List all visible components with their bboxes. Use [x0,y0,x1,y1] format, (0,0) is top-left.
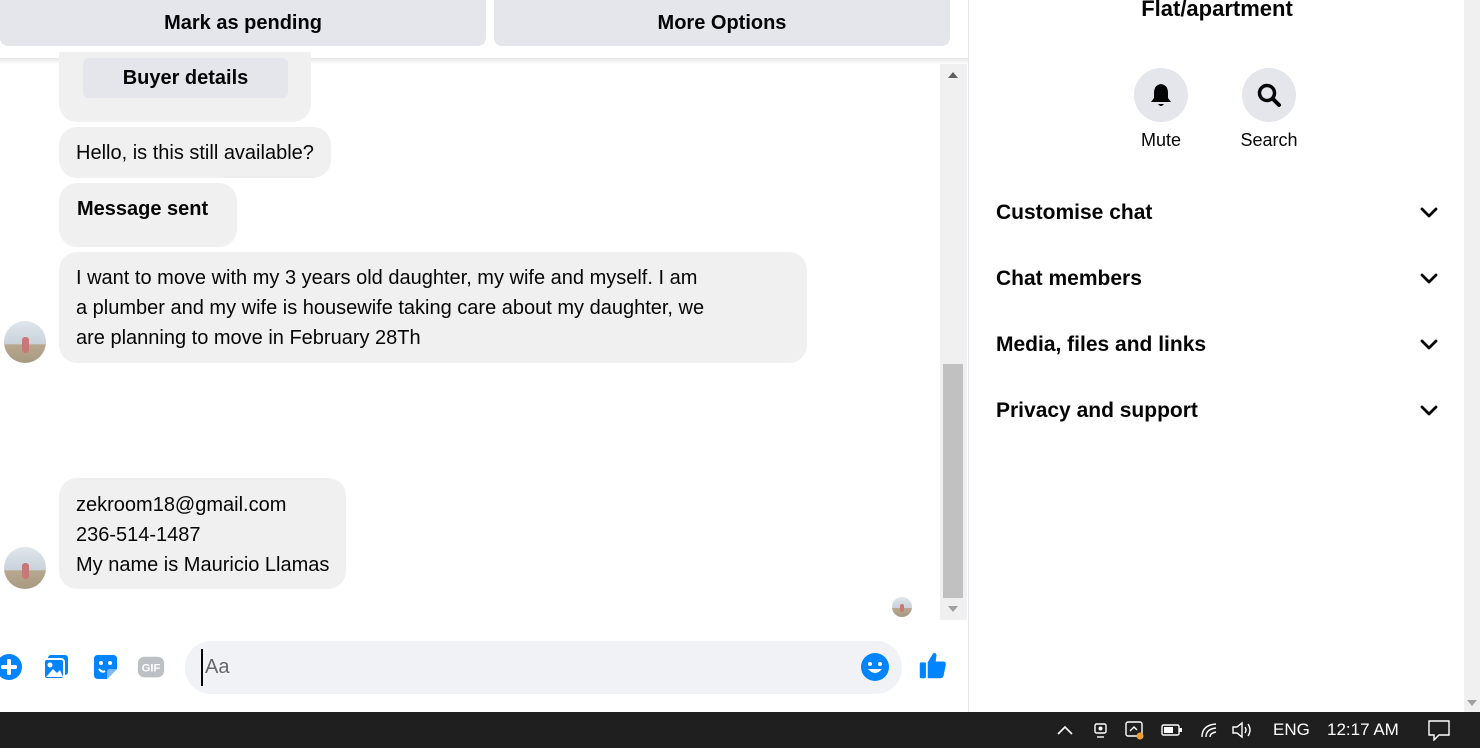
emoji-icon[interactable] [860,652,890,682]
more-options-label: More Options [657,11,787,34]
action-center-icon[interactable] [1427,712,1451,748]
mark-as-pending-button[interactable]: Mark as pending [0,0,486,46]
buyer-details-label: Buyer details [122,67,249,89]
chevron-down-icon [1420,207,1438,218]
search-button[interactable] [1242,68,1296,122]
message-line: are planning to move in February 28Th [76,327,421,349]
chevron-down-icon [1420,273,1438,284]
chat-info-panel: Flat/apartment Mute Search Customise cha… [968,0,1464,712]
scroll-up-arrow-icon[interactable] [948,72,958,78]
message-line: a plumber and my wife is housewife takin… [76,297,705,319]
section-label: Customise chat [996,201,1153,224]
chat-scroll-thumb[interactable] [943,364,963,598]
message-input[interactable] [201,649,851,686]
message-bubble-moving-details: I want to move with my 3 years old daugh… [59,252,807,363]
message-line: 236-514-1487 [76,524,201,546]
listing-card: Buyer details [59,52,311,122]
search-icon [1257,83,1281,107]
message-line: zekroom18@gmail.com [76,494,287,516]
notification-app-icon[interactable] [1124,712,1146,748]
sticker-icon[interactable] [90,652,120,682]
message-text: Message sent [77,198,209,220]
show-hidden-icons-chevron-icon[interactable] [1056,712,1074,748]
page-scrollbar[interactable] [1464,0,1480,712]
chevron-down-icon [1420,339,1438,350]
battery-icon[interactable] [1160,712,1184,748]
section-label: Media, files and links [996,333,1207,356]
scroll-down-arrow-icon[interactable] [948,606,958,612]
section-privacy-support[interactable]: Privacy and support [996,391,1438,431]
message-bubble-sent-status: Message sent [59,183,237,247]
sender-avatar[interactable] [4,321,46,363]
chevron-down-icon [1420,405,1438,416]
chat-scrollbar[interactable] [940,64,967,620]
section-customise-chat[interactable]: Customise chat [996,193,1438,233]
language-indicator[interactable]: ENG [1273,712,1310,748]
buyer-details-button[interactable]: Buyer details [83,58,288,98]
mark-as-pending-label: Mark as pending [164,11,322,34]
message-line: I want to move with my 3 years old daugh… [76,267,698,289]
message-text: Hello, is this still available? [76,141,314,164]
section-label: Privacy and support [996,399,1198,422]
conversation-title: Flat/apartment [1141,0,1293,21]
section-label: Chat members [996,267,1142,290]
meet-now-icon[interactable] [1092,712,1110,748]
message-bubble-availability: Hello, is this still available? [59,127,331,178]
bell-icon [1151,84,1171,106]
clock[interactable]: 12:17 AM [1327,712,1399,748]
taskbar: ENG 12:17 AM [0,712,1480,748]
more-options-button[interactable]: More Options [494,0,950,46]
message-input-container[interactable] [185,641,902,694]
scroll-down-arrow-icon[interactable] [1467,700,1477,706]
mute-button[interactable] [1134,68,1188,122]
sender-avatar[interactable] [4,547,46,589]
mute-label: Mute [1140,130,1182,150]
wifi-icon[interactable] [1200,712,1220,748]
section-media-files-links[interactable]: Media, files and links [996,325,1438,365]
seen-indicator-avatar [892,597,912,617]
volume-icon[interactable] [1230,712,1254,748]
message-line: My name is Mauricio Llamas [76,554,330,576]
section-chat-members[interactable]: Chat members [996,259,1438,299]
message-bubble-contact-info: zekroom18@gmail.com 236-514-1487 My name… [59,478,347,589]
thumbs-up-icon[interactable] [918,650,948,680]
photo-icon[interactable] [41,652,71,682]
gif-icon[interactable]: GIF [136,652,166,682]
search-label: Search [1240,130,1298,150]
plus-circle-icon[interactable] [0,652,24,682]
gif-label: GIF [142,663,161,675]
